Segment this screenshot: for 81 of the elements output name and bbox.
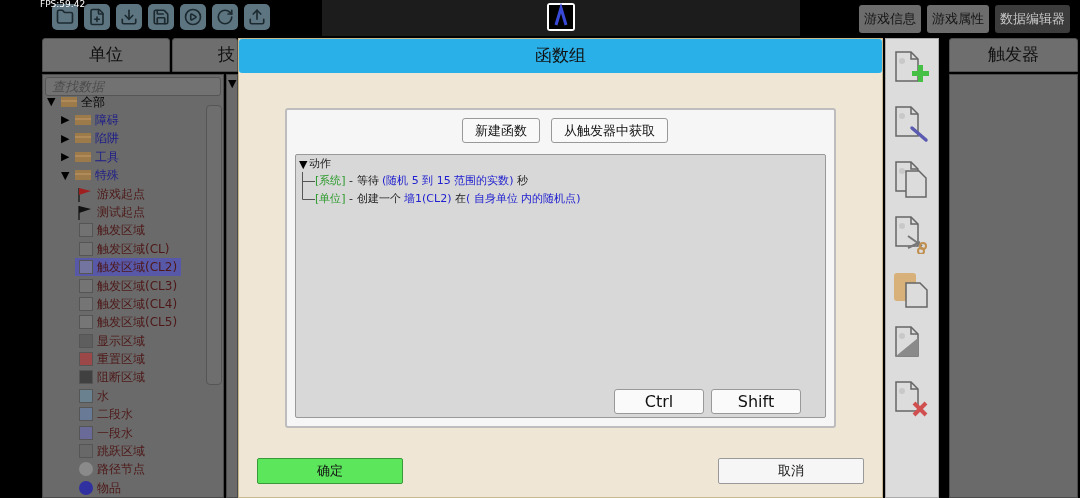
tree-label: 触发区域(CL3) [97, 279, 178, 292]
tree-item[interactable]: 触发区域(CL) [75, 239, 174, 258]
expand-arrow-icon: ▼ [47, 96, 57, 108]
expand-arrow-icon: ▶ [61, 114, 71, 126]
tree-label: 全部 [81, 95, 105, 108]
tree-item[interactable]: ▼ 特殊 [61, 165, 123, 185]
top-menu-button[interactable]: 游戏信息 [859, 5, 921, 33]
tree-item[interactable]: 游戏起点 [75, 184, 149, 203]
tree-label: 阻断区域 [97, 371, 145, 384]
modifier-key-button[interactable]: Shift [711, 389, 801, 414]
download-icon [120, 8, 138, 26]
cancel-button[interactable]: 取消 [718, 458, 864, 484]
modifier-key-button[interactable]: Ctrl [614, 389, 704, 414]
tree-item[interactable]: 水 [75, 386, 113, 406]
tree-label: 重置区域 [97, 353, 145, 366]
action-group-label: 动作 [309, 155, 332, 172]
tree-item[interactable]: 触发区域(CL4) [75, 294, 182, 314]
tree-label: 游戏起点 [97, 187, 145, 200]
tree-label: 触发区域(CL5) [97, 316, 178, 329]
folder-icon [61, 96, 77, 107]
tree-item[interactable]: ▶ 陷阱 [61, 129, 123, 148]
top-menu-button[interactable]: 数据编辑器 [995, 5, 1070, 33]
function-button[interactable]: 从触发器中获取 [550, 118, 668, 143]
confirm-button[interactable]: 确定 [257, 458, 403, 484]
tree-item[interactable]: 阻断区域 [75, 368, 149, 387]
tree-label: 测试起点 [97, 205, 145, 218]
expand-arrow-icon: ▶ [61, 151, 71, 163]
collapse-arrow-icon[interactable]: ▼ [299, 158, 308, 170]
fps-counter: FPS:59.42 [40, 0, 86, 9]
tab[interactable]: 技 [172, 38, 238, 72]
expand-arrow-icon: ▶ [61, 132, 71, 144]
function-button[interactable]: 新建函数 [461, 118, 540, 143]
folder-icon [56, 8, 74, 26]
tree-item[interactable]: 触发区域(CL5) [75, 313, 182, 332]
tree-label: 跳跃区域 [97, 445, 145, 457]
tree-label: 触发区域(CL) [97, 242, 170, 255]
tree-item[interactable]: 触发区域 [75, 221, 149, 240]
tree-item[interactable]: 测试起点 [75, 202, 149, 222]
tab[interactable]: 触发器 [949, 38, 1078, 72]
folder-icon [75, 115, 91, 125]
tree-item[interactable]: 显示区域 [75, 331, 149, 350]
tree-label: 触发区域(CL4) [97, 297, 178, 310]
tree-item[interactable]: 物品 [75, 478, 125, 497]
tree-label: 触发区域(CL2) [97, 261, 178, 274]
tree-label: 工具 [95, 150, 119, 163]
tab[interactable]: 单位 [42, 38, 170, 72]
side-panel: ▼ [226, 74, 238, 498]
logo-icon [547, 3, 575, 31]
save-icon [152, 8, 170, 26]
new-file-icon [88, 8, 106, 26]
tree-item[interactable]: ▶ 障碍 [61, 110, 123, 130]
tree-label: 显示区域 [97, 334, 145, 347]
folder-icon [75, 151, 91, 162]
tree-label: 物品 [97, 481, 121, 494]
tree-label: 触发区域 [97, 224, 145, 237]
tree-item[interactable]: ▶ 工具 [61, 147, 123, 166]
tree-label: 路径节点 [97, 463, 145, 476]
tree-label: 水 [97, 389, 109, 402]
tree-item[interactable]: 二段水 [75, 405, 137, 424]
folder-icon [75, 170, 91, 181]
tree-label: 特殊 [95, 169, 119, 182]
tree-item[interactable]: 触发区域(CL3) [75, 276, 182, 295]
upload-icon [248, 8, 266, 26]
tree-label: 一段水 [97, 426, 133, 439]
folder-icon [75, 133, 91, 144]
expand-arrow-icon: ▼ [61, 169, 71, 181]
play-icon [184, 8, 202, 26]
tree-label: 二段水 [97, 408, 133, 421]
tree-item[interactable]: 重置区域 [75, 349, 149, 369]
tree-item[interactable]: 跳跃区域 [75, 441, 149, 461]
tree-label: 陷阱 [95, 132, 119, 145]
tree-item[interactable]: 路径节点 [75, 460, 149, 479]
tree-label: 障碍 [95, 114, 119, 126]
dialog-title: 函数组 [239, 39, 882, 73]
scrollbar-thumb[interactable] [206, 105, 223, 385]
refresh-icon [216, 8, 234, 26]
top-menu-button[interactable]: 游戏属性 [927, 5, 989, 33]
tree-item[interactable]: 触发区域(CL2) [75, 257, 182, 277]
tree-item[interactable]: 一段水 [75, 423, 137, 442]
action-line[interactable]: [单位] - 创建一个 墙1(CL2) 在( 自身单位 内的随机点) [315, 190, 581, 208]
action-line[interactable]: [系统] - 等待 (随机 5 到 15 范围的实数) 秒 [315, 172, 529, 190]
